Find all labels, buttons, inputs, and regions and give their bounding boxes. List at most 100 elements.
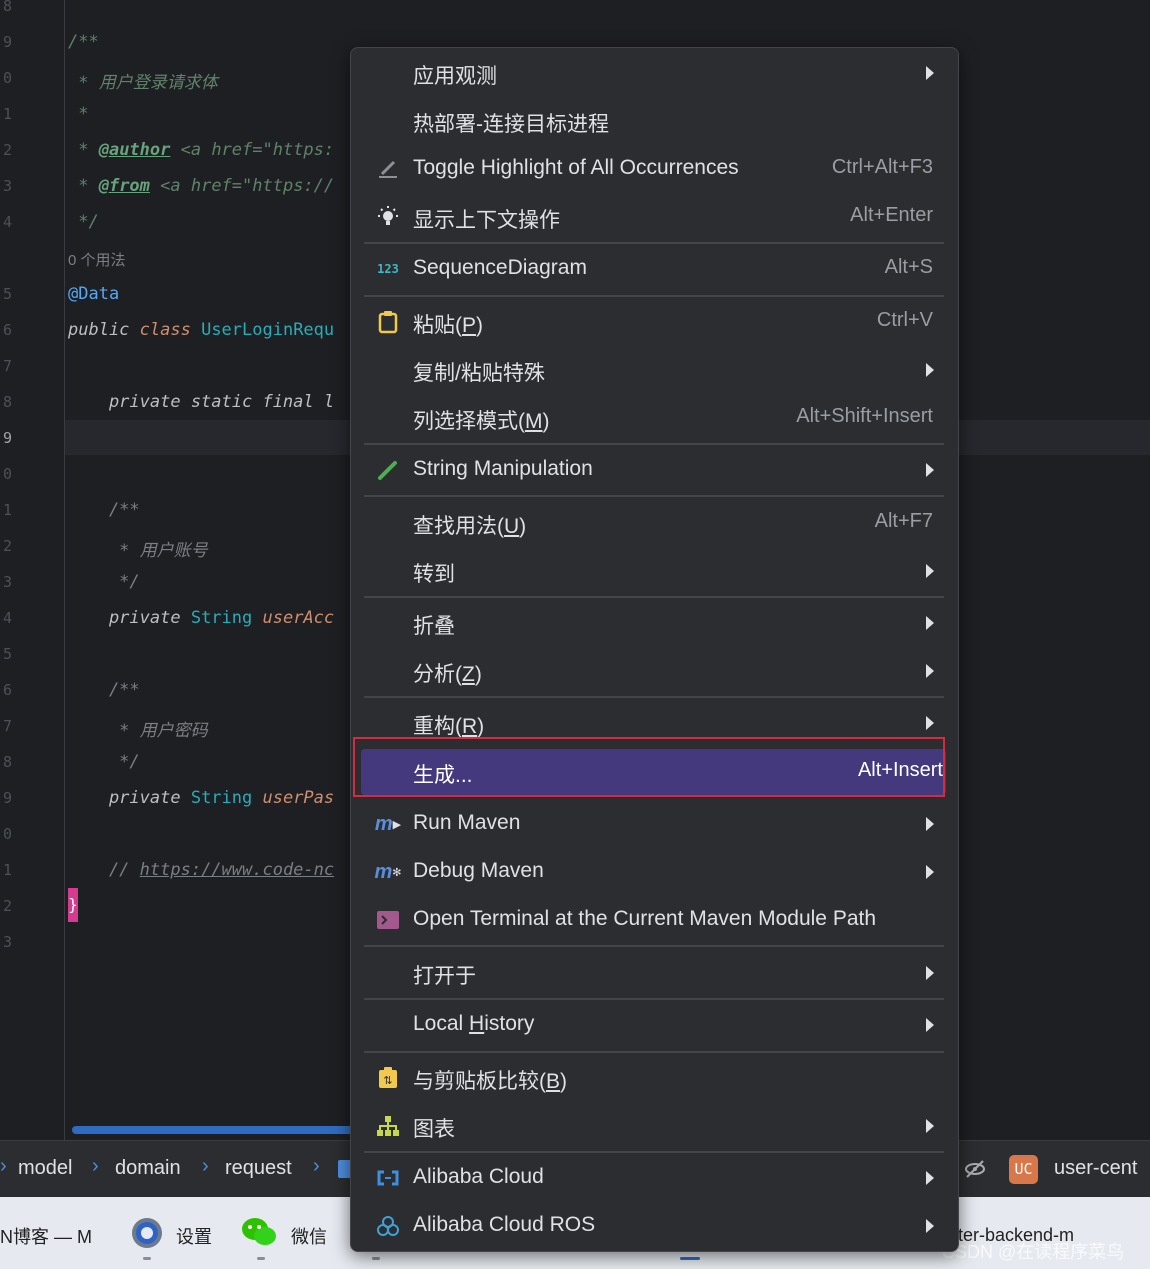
- menu-item-diagrams[interactable]: 图表: [361, 1102, 946, 1150]
- menu-item-run-maven[interactable]: m ▶ Run Maven: [361, 800, 946, 848]
- hidden-eye-icon[interactable]: [963, 1157, 987, 1186]
- menu-separator: [364, 295, 944, 297]
- code-line: /**: [68, 500, 140, 520]
- line-number: 3: [2, 933, 12, 951]
- menu-item-alibaba-cloud-ros[interactable]: Alibaba Cloud ROS: [361, 1202, 946, 1250]
- menu-item-goto[interactable]: 转到: [361, 547, 946, 595]
- submenu-arrow-icon: [926, 664, 934, 678]
- menu-item-shortcut: Alt+Shift+Insert: [796, 405, 933, 427]
- code-line: * 用户密码: [68, 721, 208, 741]
- class-icon: [338, 1160, 350, 1178]
- code-line: * 用户账号: [68, 541, 208, 561]
- code-line: public class UserLoginRequ: [68, 320, 335, 340]
- menu-item-label: 复制/粘贴特殊: [413, 362, 545, 385]
- menu-item-analyze[interactable]: 分析(Z): [361, 647, 946, 695]
- line-number: 2: [2, 897, 12, 915]
- menu-item-label: SequenceDiagram: [413, 256, 587, 279]
- menu-item-sequence-diagram[interactable]: 123 SequenceDiagram Alt+S: [361, 245, 946, 293]
- line-number: 7: [2, 717, 12, 735]
- code-line: private static final l: [68, 392, 335, 412]
- line-number: 2: [2, 141, 12, 159]
- line-number: 4: [2, 609, 12, 627]
- clipboard-icon: [376, 310, 400, 334]
- line-number: 9: [2, 789, 12, 807]
- menu-item-show-context-actions[interactable]: 显示上下文操作 Alt+Enter: [361, 193, 946, 241]
- menu-item-shortcut: Alt+F7: [874, 510, 933, 532]
- submenu-arrow-icon: [926, 716, 934, 730]
- menu-item-paste[interactable]: 粘贴(P) Ctrl+V: [361, 298, 946, 346]
- menu-item-shortcut: Alt+S: [884, 256, 933, 278]
- menu-item-app-observe[interactable]: 应用观测: [361, 49, 946, 97]
- menu-item-hot-deploy[interactable]: 热部署-连接目标进程: [361, 97, 946, 145]
- menu-item-shortcut: Ctrl+Alt+F3: [831, 156, 933, 178]
- menu-item-open-in[interactable]: 打开于: [361, 949, 946, 997]
- submenu-arrow-icon: [926, 564, 934, 578]
- line-number: 6: [2, 681, 12, 699]
- menu-item-open-terminal[interactable]: Open Terminal at the Current Maven Modul…: [361, 896, 946, 944]
- taskbar-item-blog[interactable]: N博客 — M: [0, 1223, 92, 1249]
- taskbar-indicator: [143, 1257, 151, 1260]
- line-number: 3: [2, 177, 12, 195]
- menu-item-compare-clipboard[interactable]: ⇅ 与剪贴板比较(B): [361, 1054, 946, 1102]
- settings-gear-icon[interactable]: [128, 1214, 166, 1257]
- line-number: 3: [2, 573, 12, 591]
- menu-item-find-usages[interactable]: 查找用法(U) Alt+F7: [361, 499, 946, 547]
- submenu-arrow-icon: [926, 865, 934, 879]
- menu-item-string-manipulation[interactable]: String Manipulation: [361, 446, 946, 494]
- submenu-arrow-icon: [926, 616, 934, 630]
- menu-item-label: 折叠: [413, 615, 455, 638]
- menu-separator: [364, 596, 944, 598]
- menu-item-copy-paste-special[interactable]: 复制/粘贴特殊: [361, 346, 946, 394]
- horizontal-scrollbar[interactable]: [72, 1126, 362, 1134]
- usage-hint[interactable]: 0 个用法: [68, 249, 126, 270]
- line-number: 4: [2, 213, 12, 231]
- menu-separator: [364, 696, 944, 698]
- menu-separator: [364, 242, 944, 244]
- watermark: CSDN @在读程序菜鸟: [942, 1242, 1125, 1262]
- code-line: * 用户登录请求体: [68, 73, 218, 93]
- taskbar-indicator: [257, 1257, 265, 1260]
- submenu-arrow-icon: [926, 1018, 934, 1032]
- menu-item-local-history[interactable]: Local History: [361, 1001, 946, 1049]
- code-line: /**: [68, 680, 140, 700]
- line-number-gutter[interactable]: 8 9 0 1 2 3 4 5 6 7 8 9 0 1 2 3 4 5 6 7 …: [0, 0, 65, 1140]
- line-number: 1: [2, 861, 12, 879]
- menu-separator: [364, 495, 944, 497]
- menu-item-label: String Manipulation: [413, 457, 593, 480]
- menu-separator: [364, 1151, 944, 1153]
- line-number: 5: [2, 645, 12, 663]
- line-number: 1: [2, 105, 12, 123]
- menu-item-shortcut: Alt+Enter: [850, 204, 933, 226]
- taskbar-item-wechat[interactable]: 微信: [291, 1223, 327, 1249]
- menu-item-toggle-highlight[interactable]: Toggle Highlight of All Occurrences Ctrl…: [361, 145, 946, 193]
- menu-item-label: Debug Maven: [413, 859, 544, 882]
- taskbar-item-settings[interactable]: 设置: [176, 1223, 212, 1249]
- menu-item-label: 分析(Z): [413, 663, 482, 686]
- breadcrumb-separator: ›: [0, 1155, 7, 1177]
- line-number: 6: [2, 321, 12, 339]
- menu-item-label: 显示上下文操作: [413, 209, 560, 232]
- submenu-arrow-icon: [926, 1119, 934, 1133]
- menu-item-label: 列选择模式(M): [413, 410, 550, 433]
- code-line: */: [68, 572, 140, 592]
- menu-item-label: 热部署-连接目标进程: [413, 113, 609, 136]
- submenu-arrow-icon: [926, 363, 934, 377]
- line-number: 5: [2, 285, 12, 303]
- wechat-icon[interactable]: [240, 1215, 278, 1254]
- breadcrumb-item-request[interactable]: request: [225, 1157, 292, 1180]
- menu-item-label: 与剪贴板比较(B): [413, 1070, 568, 1093]
- menu-item-label: 查找用法(U): [413, 515, 527, 538]
- menu-item-label: Alibaba Cloud: [413, 1165, 544, 1188]
- diagram-icon: [376, 1114, 400, 1138]
- code-line: private String userPas: [68, 788, 335, 808]
- menu-item-folding[interactable]: 折叠: [361, 599, 946, 647]
- taskbar-indicator: [372, 1257, 380, 1260]
- line-number: 0: [2, 825, 12, 843]
- menu-item-column-selection[interactable]: 列选择模式(M) Alt+Shift+Insert: [361, 394, 946, 442]
- breadcrumb-item-domain[interactable]: domain: [115, 1157, 181, 1180]
- menu-item-debug-maven[interactable]: m ✻ Debug Maven: [361, 848, 946, 896]
- menu-item-alibaba-cloud[interactable]: Alibaba Cloud: [361, 1154, 946, 1202]
- code-line: @Data: [68, 284, 120, 304]
- project-name[interactable]: user-cent: [1054, 1157, 1137, 1180]
- breadcrumb-item-model[interactable]: model: [18, 1157, 72, 1180]
